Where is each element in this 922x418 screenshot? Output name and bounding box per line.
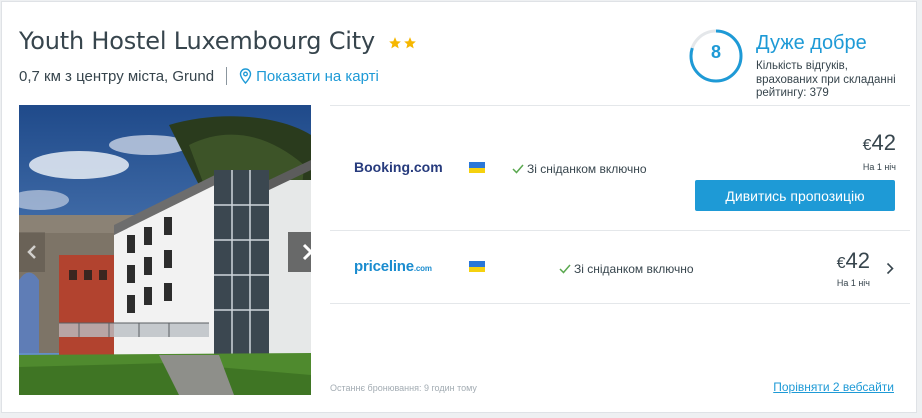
breakfast-included: Зі сніданком включно: [559, 262, 694, 276]
offer-price: €42: [837, 248, 870, 274]
compare-sites-link[interactable]: Порівняти 2 вебсайти: [773, 380, 894, 394]
hotel-card: Youth Hostel Luxembourg City 0,7 км з це…: [1, 1, 917, 413]
divider: [330, 303, 910, 304]
show-on-map-link[interactable]: Показати на карті: [239, 68, 379, 85]
price-currency: €: [836, 255, 846, 272]
check-icon: [559, 264, 571, 274]
feature-label: Зі сніданком включно: [527, 162, 647, 176]
divider: [226, 67, 228, 85]
hotel-photo[interactable]: [19, 105, 311, 395]
offer-price: €42: [863, 130, 896, 156]
provider-name: priceline: [354, 258, 414, 275]
ukraine-flag-icon: [469, 261, 485, 272]
breakfast-included: Зі сніданком включно: [512, 162, 647, 176]
provider-name: Booking.com: [354, 159, 443, 175]
provider-logo-booking[interactable]: Booking.com: [354, 159, 443, 175]
view-deal-button[interactable]: Дивитись пропозицію: [695, 180, 895, 211]
feature-label: Зі сніданком включно: [574, 262, 694, 276]
hotel-photo-image: [19, 105, 311, 395]
map-pin-icon: [239, 68, 252, 84]
hotel-distance: 0,7 км з центру міста, Grund: [19, 67, 215, 85]
rating-label: Дуже добре: [756, 32, 867, 54]
star-icon: [404, 37, 416, 49]
chevron-right-icon: [302, 243, 311, 261]
chevron-left-icon: [27, 245, 36, 259]
offer-row[interactable]: priceline.com Зі сніданком включно €42 Н…: [330, 231, 910, 303]
offer-row[interactable]: Booking.com Зі сніданком включно €42 На …: [330, 106, 910, 230]
provider-suffix: .com: [413, 264, 432, 273]
price-per-night: На 1 ніч: [862, 162, 896, 172]
ukraine-flag-icon: [469, 162, 485, 173]
photo-prev-button[interactable]: [19, 232, 45, 272]
show-on-map-label: Показати на карті: [256, 67, 379, 85]
price-currency: €: [862, 137, 872, 154]
rating-review-count: Кількість відгуків, врахованих при склад…: [756, 60, 896, 99]
rating-score: 8: [710, 42, 721, 62]
star-icon: [389, 37, 401, 49]
hotel-name[interactable]: Youth Hostel Luxembourg City: [19, 27, 375, 55]
price-amount: 42: [871, 130, 896, 155]
check-icon: [512, 164, 524, 174]
last-booked-note: Останнє бронювання: 9 годин тому: [330, 383, 477, 393]
hotel-location-line: 0,7 км з центру міста, Grund Показати на…: [19, 66, 379, 86]
provider-logo-priceline[interactable]: priceline.com: [354, 258, 432, 275]
price-amount: 42: [845, 248, 870, 273]
chevron-right-icon[interactable]: [886, 262, 894, 275]
photo-next-button[interactable]: [288, 232, 311, 272]
price-per-night: На 1 ніч: [836, 278, 870, 288]
hotel-stars: [388, 36, 418, 50]
